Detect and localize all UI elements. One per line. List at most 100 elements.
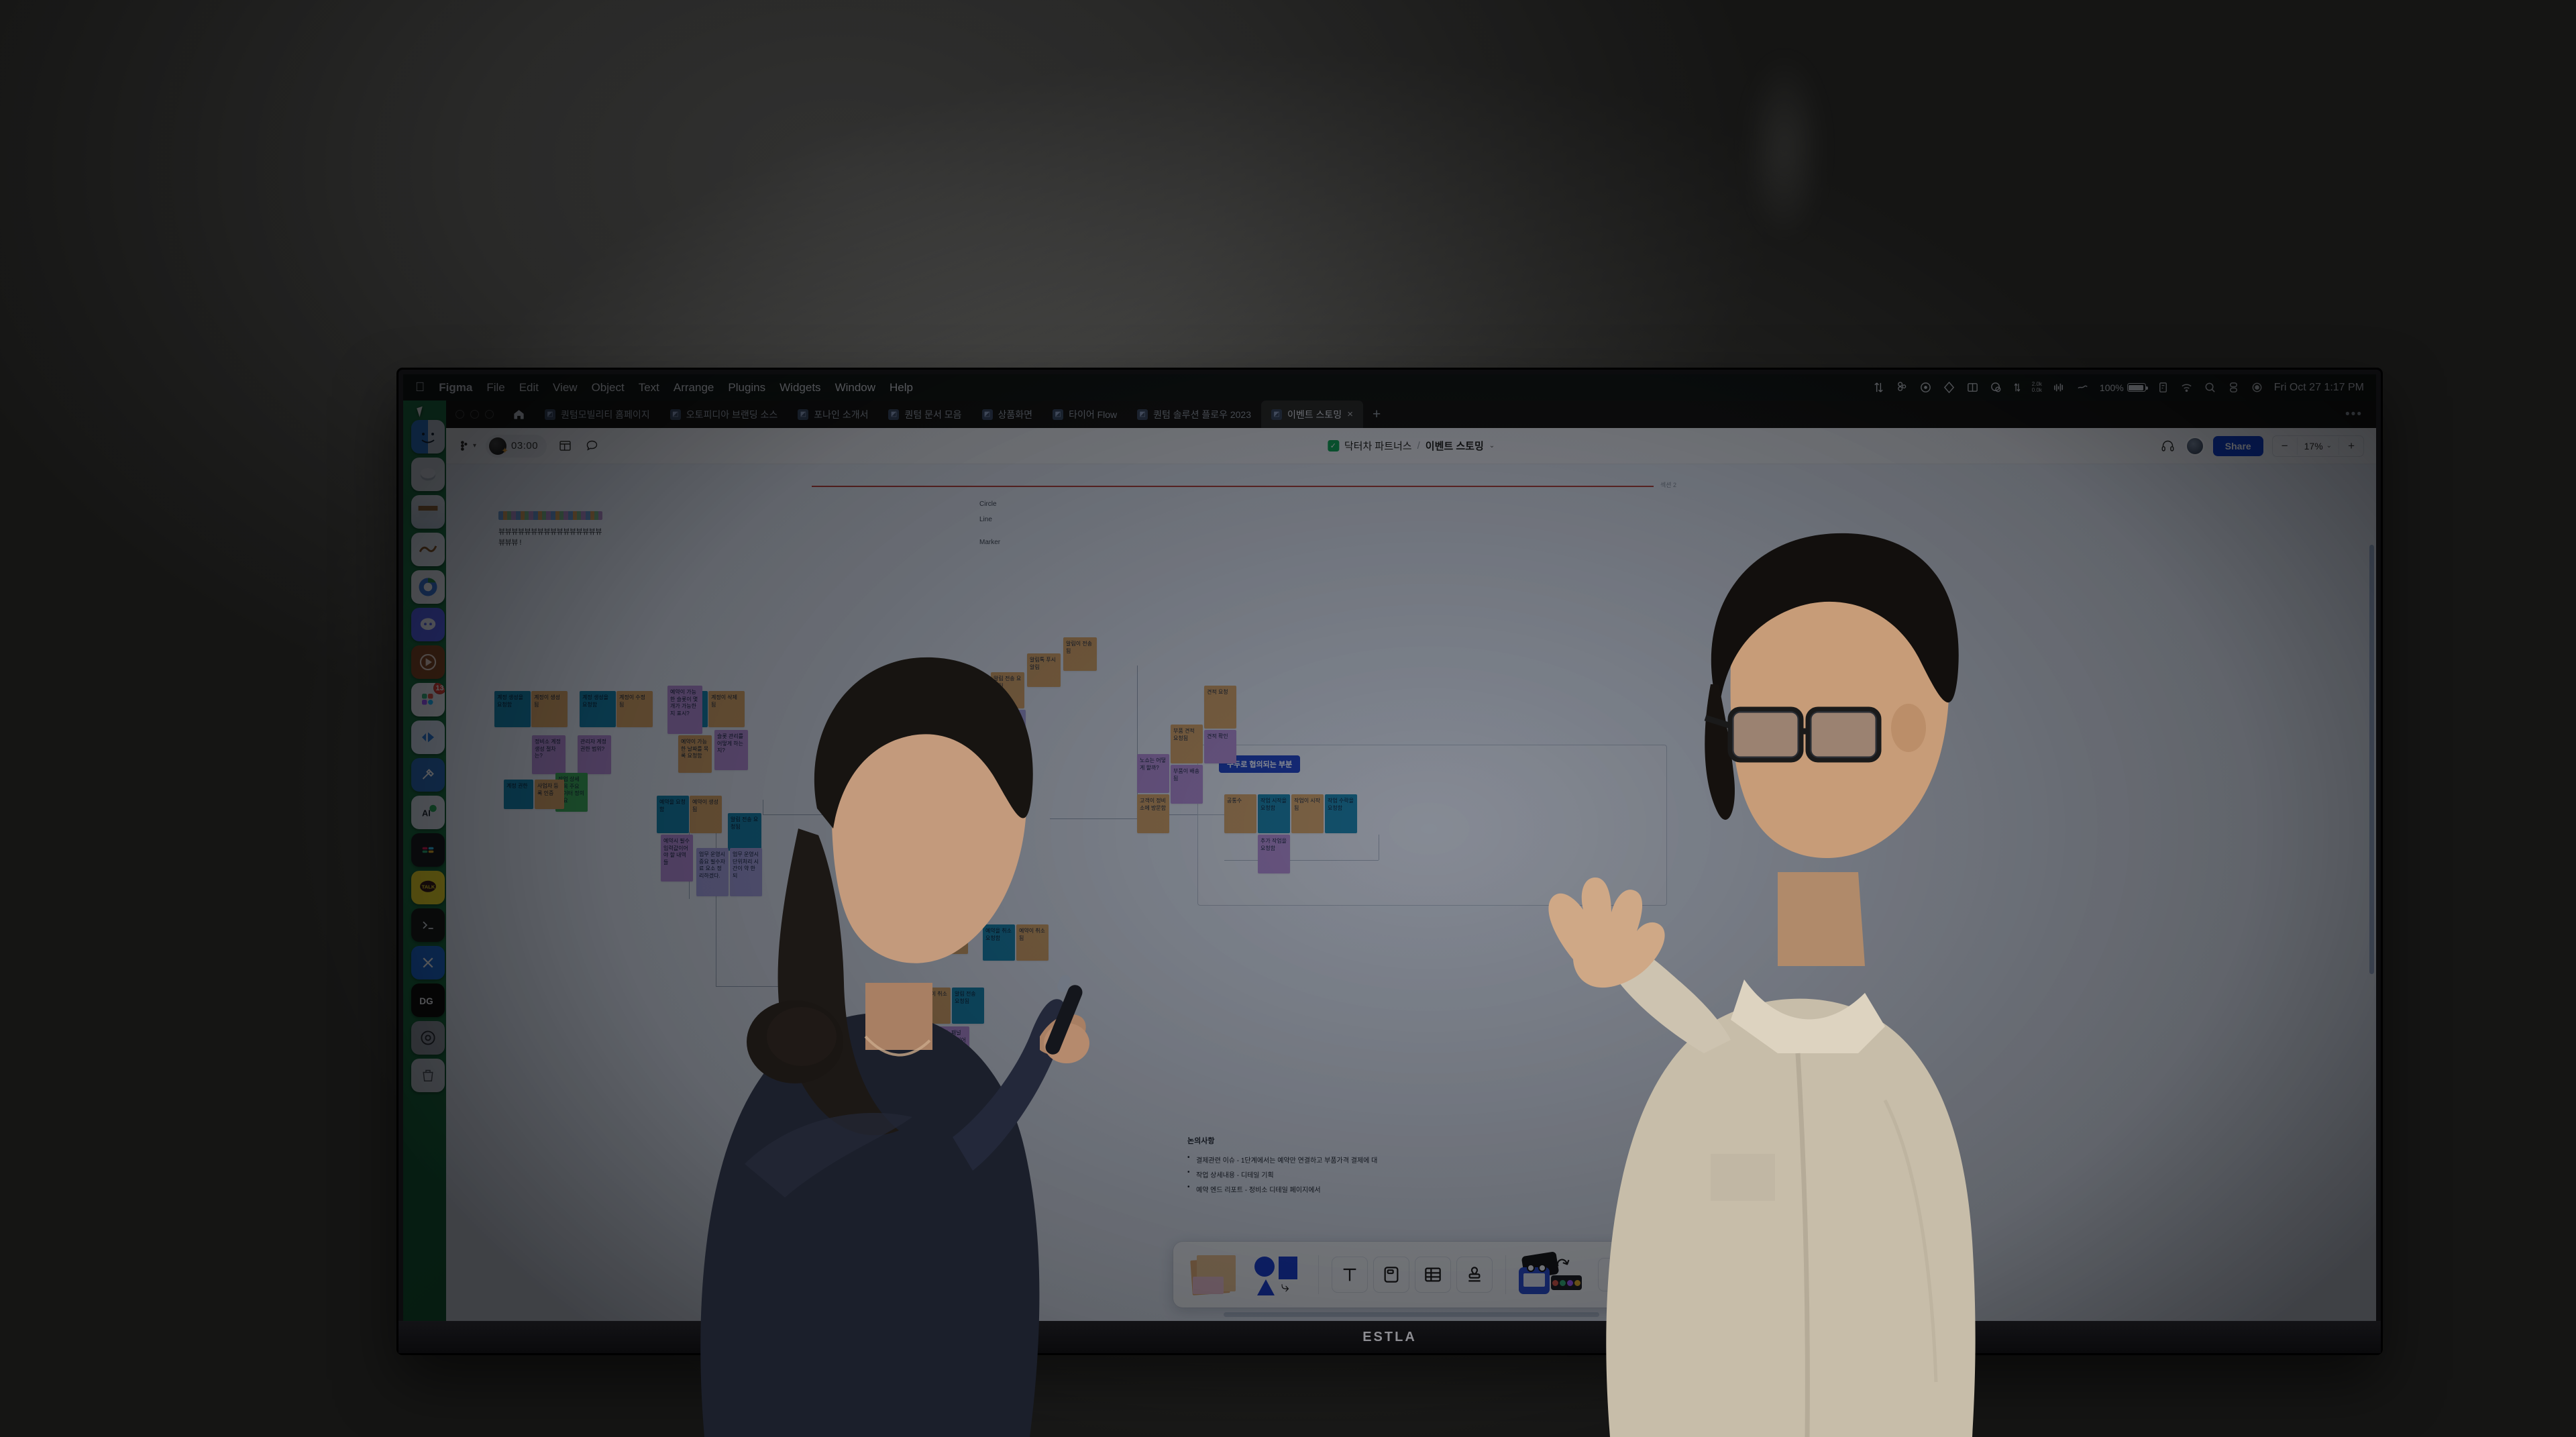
macos-dock[interactable]: 13 AI TALK DG [407,415,449,1098]
menu-widgets[interactable]: Widgets [780,381,820,394]
tab-autopedia-branding[interactable]: ◩ 오토피디아 브랜딩 소스 [660,401,788,428]
sticky-note[interactable]: 정비소 계정 생성 절차는? [532,735,566,774]
dock-item-settings[interactable] [411,1021,445,1055]
dock-item-discord[interactable] [411,608,445,641]
dock-item-podcasts[interactable] [411,645,445,679]
figma-home-button[interactable] [503,401,535,428]
sticky-note[interactable]: 계정이 수정됨 [616,691,653,727]
shapes-tool[interactable]: ⤷ [1253,1253,1305,1297]
maximize-window-button[interactable] [485,410,494,419]
dock-item-figma[interactable]: 13 [411,683,445,716]
dock-item-vscode[interactable] [411,721,445,754]
dock-item-trash[interactable] [411,1059,445,1092]
sticky-note[interactable]: 사업자 등록 인증 [535,780,564,809]
user-avatar[interactable] [2185,436,2204,456]
timer-widget[interactable]: 03:00 [486,434,547,458]
sticky-note[interactable]: 작업이 시작됨 [1291,794,1324,833]
figma-menu-icon[interactable] [1896,381,1909,394]
sticky-note[interactable]: 추가 작업을 요청함 [1258,835,1290,873]
new-tab-button[interactable]: + [1363,401,1390,428]
dock-item-notion-ai[interactable]: AI [411,796,445,829]
menu-file[interactable]: File [486,381,504,394]
sticky-note[interactable]: 작업 수락을 요청함 [1325,794,1357,833]
menu-edit[interactable]: Edit [519,381,539,394]
sticky-note[interactable]: 계정이 생성됨 [531,691,568,727]
comment-icon[interactable] [583,437,600,455]
battery-indicator[interactable]: 100% [2100,382,2148,393]
menu-view[interactable]: View [553,381,578,394]
zoom-controls[interactable]: − 17% ⌄ + [2271,435,2364,457]
transfer-arrows-icon[interactable] [1872,381,1885,394]
sticky-note[interactable]: 계정 권한 [504,780,533,809]
zoom-out-button[interactable]: − [2273,436,2297,456]
menubar-clock[interactable]: Fri Oct 27 1:17 PM [2274,382,2364,394]
dock-item-dg-app[interactable]: DG [411,983,445,1017]
headphones-icon[interactable] [2159,437,2177,455]
sticky-note[interactable]: 공통수 [1224,794,1256,833]
tab-quantum-mobility-homepage[interactable]: ◩ 퀀텀모빌리티 홈페이지 [535,401,660,428]
tab-quantum-solution-flow-2023[interactable]: ◩ 퀀텀 솔루션 플로우 2023 [1127,401,1261,428]
zoom-level[interactable]: 17% ⌄ [2296,437,2340,455]
sticky-note[interactable]: 노쇼는 어떻게 할까? [1137,754,1169,793]
color-wheel-icon[interactable] [1990,381,2002,394]
dock-item-utilities[interactable] [411,758,445,792]
circle-icon[interactable] [1919,381,1932,394]
search-icon[interactable] [2204,381,2216,394]
menu-text[interactable]: Text [639,381,659,394]
dock-item-launchpad[interactable] [411,458,445,491]
vertical-scrollbar[interactable] [2369,545,2374,974]
table-tool[interactable] [1414,1257,1451,1293]
board-title-block[interactable]: 뷰뷰뷰뷰뷰뷰뷰뷰뷰뷰뷰뷰뷰뷰뷰뷰뷰뷰뷰 ! [498,511,602,547]
tab-tire-flow[interactable]: ◩ 타이어 Flow [1042,401,1127,428]
sticky-note[interactable]: 관리자 계정 권한 범위? [578,735,611,774]
sticky-note[interactable]: 견적 확인 [1204,730,1236,763]
menu-help[interactable]: Help [890,381,913,394]
menu-arrange[interactable]: Arrange [674,381,714,394]
tab-product-screen[interactable]: ◩ 상품화면 [972,401,1043,428]
sticky-note[interactable]: 고객이 정비소에 방문함 [1137,794,1169,833]
menu-plugins[interactable]: Plugins [728,381,765,394]
dock-item-mail[interactable] [411,533,445,566]
stamp-tool[interactable] [1456,1257,1493,1293]
split-view-icon[interactable] [1966,381,1979,394]
sticky-note[interactable]: 부품이 배송됨 [1171,765,1203,804]
dock-item-xcode[interactable] [411,946,445,979]
siri-icon[interactable] [2251,381,2263,394]
close-tab-button[interactable]: × [1347,409,1353,420]
close-window-button[interactable] [455,410,464,419]
tab-overflow-button[interactable]: ••• [2332,401,2376,428]
minimize-window-button[interactable] [470,410,479,419]
chevron-down-icon[interactable]: ⌄ [1489,442,1495,449]
sticky-note-tool[interactable] [1189,1253,1248,1297]
diamond-icon[interactable] [1943,381,1955,394]
tab-fournine-intro[interactable]: ◩ 포나인 소개서 [788,401,878,428]
macos-menu-bar[interactable]:  Figma File Edit View Object Text Arran… [403,374,2376,401]
sticky-note[interactable]: 견적 요청 [1204,686,1236,729]
bluetooth-mouse-icon[interactable] [2076,381,2089,394]
menu-window[interactable]: Window [835,381,875,394]
grid-view-icon[interactable] [556,437,574,455]
share-button[interactable]: Share [2212,435,2263,456]
zoom-in-button[interactable]: + [2339,436,2363,456]
wifi-icon[interactable] [2180,381,2193,394]
dock-item-chrome[interactable] [411,570,445,604]
figma-tab-bar[interactable]: ◩ 퀀텀모빌리티 홈페이지 ◩ 오토피디아 브랜딩 소스 ◩ 포나인 소개서 ◩… [446,401,2376,428]
sticky-note[interactable]: 계정 생성을 요청함 [494,691,531,727]
dock-item-kakaotalk[interactable]: TALK [411,871,445,904]
window-traffic-lights[interactable] [450,401,503,428]
figma-main-menu-button[interactable]: ▾ [458,440,476,451]
audio-levels-icon[interactable] [2053,381,2065,394]
apple-logo-icon[interactable]:  [415,381,425,394]
breadcrumb[interactable]: ✓ 닥터차 파트너스 / 이벤트 스토밍 ⌄ [1327,439,1495,453]
control-center-icon[interactable] [2227,381,2240,394]
display-icon[interactable] [2157,381,2169,394]
menu-figma[interactable]: Figma [439,381,472,394]
section-tool[interactable] [1373,1257,1409,1293]
sticky-note[interactable]: 작업 시작을 요청함 [1258,794,1290,833]
sticky-note[interactable]: 부품 견적 요청됨 [1171,725,1203,763]
breadcrumb-project[interactable]: 닥터차 파트너스 [1344,439,1412,453]
dock-item-slack[interactable] [411,833,445,867]
breadcrumb-file[interactable]: 이벤트 스토밍 [1426,439,1484,453]
sticky-note[interactable]: 계정 생성을 요청함 [580,691,616,727]
tab-quantum-docs[interactable]: ◩ 퀀텀 문서 모음 [878,401,971,428]
